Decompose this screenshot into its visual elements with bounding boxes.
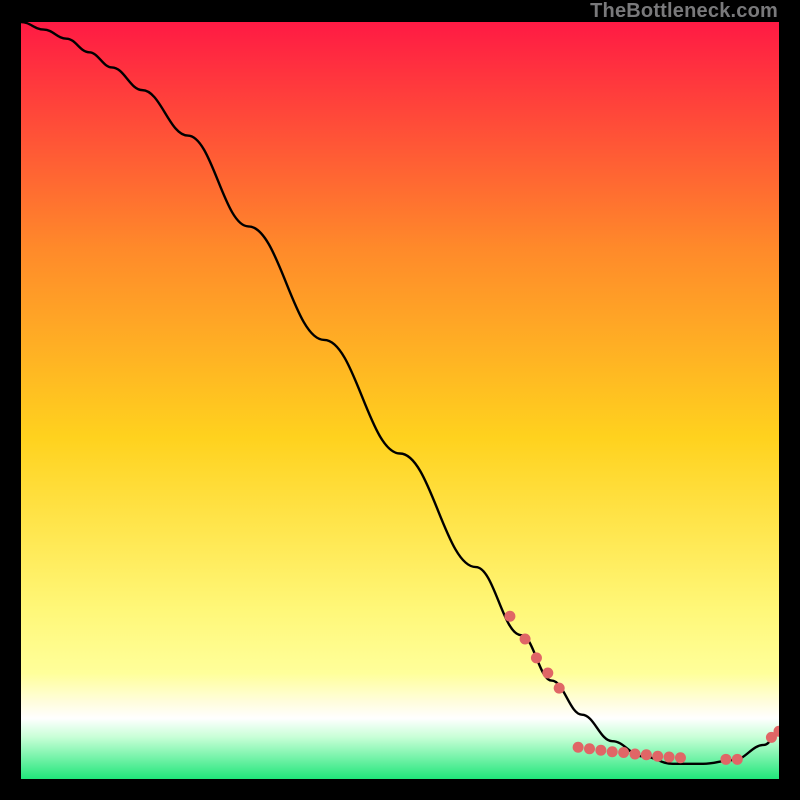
curve-marker xyxy=(584,743,595,754)
gradient-background xyxy=(21,22,779,779)
plot-area xyxy=(21,22,779,779)
curve-marker xyxy=(732,754,743,765)
curve-marker xyxy=(629,749,640,760)
curve-marker xyxy=(554,683,565,694)
curve-marker xyxy=(720,754,731,765)
chart-stage: TheBottleneck.com xyxy=(0,0,800,800)
curve-marker xyxy=(573,742,584,753)
curve-marker xyxy=(618,747,629,758)
curve-marker xyxy=(595,745,606,756)
curve-marker xyxy=(652,751,663,762)
curve-marker xyxy=(664,752,675,763)
curve-marker xyxy=(520,633,531,644)
bottleneck-chart xyxy=(21,22,779,779)
watermark-text: TheBottleneck.com xyxy=(590,0,778,23)
curve-marker xyxy=(542,668,553,679)
curve-marker xyxy=(607,746,618,757)
curve-marker xyxy=(675,752,686,763)
curve-marker xyxy=(531,652,542,663)
curve-marker xyxy=(641,749,652,760)
curve-marker xyxy=(504,611,515,622)
